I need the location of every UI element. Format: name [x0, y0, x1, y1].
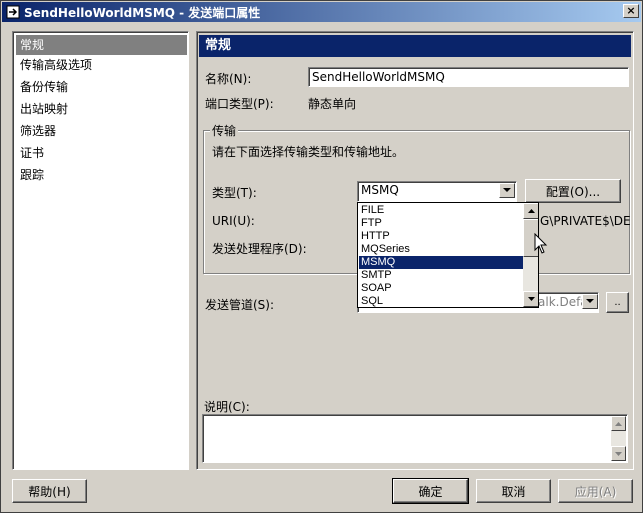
- nav-item-tracking[interactable]: 跟踪: [16, 165, 187, 185]
- pipeline-browse-button[interactable]: ..: [606, 292, 629, 313]
- send-handler-label: 发送处理程序(D):: [212, 242, 307, 256]
- close-button[interactable]: ×: [623, 4, 639, 18]
- scroll-down-button[interactable]: [523, 291, 538, 307]
- desc-scroll-up-button[interactable]: [611, 416, 626, 431]
- nav-item-filters[interactable]: 筛选器: [16, 121, 187, 141]
- chevron-down-icon: [615, 451, 622, 456]
- name-label: 名称(N):: [205, 72, 252, 86]
- transport-option-http[interactable]: HTTP: [359, 230, 523, 243]
- port-type-label: 端口类型(P):: [205, 97, 274, 111]
- nav-item-general[interactable]: 常规: [16, 35, 187, 55]
- type-label: 类型(T):: [212, 186, 257, 200]
- nav-item-backup-transport[interactable]: 备份传输: [16, 77, 187, 97]
- transport-option-ftp[interactable]: FTP: [359, 217, 523, 230]
- nav-item-transport-advanced[interactable]: 传输高级选项: [16, 55, 187, 75]
- transport-type-dropdown-list: FILE FTP HTTP MQSeries MSMQ SMTP SOAP SQ…: [357, 202, 539, 308]
- send-port-properties-window: SendHelloWorldMSMQ - 发送端口属性 × 常规 传输高级选项 …: [0, 0, 643, 513]
- chevron-down-icon: [503, 188, 511, 192]
- chevron-down-icon: [586, 299, 594, 303]
- name-input[interactable]: SendHelloWorldMSMQ: [308, 67, 629, 87]
- desc-scroll-down-button[interactable]: [611, 446, 626, 461]
- chevron-down-icon: [527, 297, 535, 301]
- panel-header: 常规: [199, 35, 631, 57]
- transport-type-select[interactable]: MSMQ: [357, 181, 517, 202]
- nav-item-certificate[interactable]: 证书: [16, 143, 187, 163]
- mouse-cursor-icon: [534, 232, 548, 255]
- transport-instruction: 请在下面选择传输类型和传输地址。: [212, 145, 405, 159]
- window-title: SendHelloWorldMSMQ - 发送端口属性: [24, 5, 261, 20]
- description-scrollbar[interactable]: [611, 416, 626, 461]
- description-label: 说明(C):: [204, 400, 250, 414]
- transport-type-dropdown-button[interactable]: [499, 183, 515, 198]
- apply-button[interactable]: 应用(A): [558, 479, 633, 503]
- uri-label: URI(U):: [212, 214, 255, 228]
- title-bar: SendHelloWorldMSMQ - 发送端口属性 ×: [2, 2, 641, 22]
- navigation-list: 常规 传输高级选项 备份传输 出站映射 筛选器 证书 跟踪: [12, 31, 189, 470]
- cancel-button[interactable]: 取消: [476, 479, 551, 503]
- nav-item-outbound-maps[interactable]: 出站映射: [16, 99, 187, 119]
- chevron-up-icon: [615, 421, 622, 426]
- transport-type-value: MSMQ: [361, 183, 399, 197]
- send-port-icon: [5, 4, 21, 20]
- transport-option-file[interactable]: FILE: [359, 204, 523, 217]
- scroll-up-button[interactable]: [523, 203, 538, 219]
- description-textarea[interactable]: [202, 414, 628, 463]
- port-type-value: 静态单向: [308, 97, 357, 111]
- transport-option-msmq[interactable]: MSMQ: [359, 256, 523, 269]
- transport-option-soap[interactable]: SOAP: [359, 282, 523, 295]
- transport-option-mqseries[interactable]: MQSeries: [359, 243, 523, 256]
- ok-button[interactable]: 确定: [392, 478, 469, 504]
- close-icon: ×: [626, 4, 636, 17]
- send-pipeline-dropdown-button[interactable]: [582, 294, 598, 309]
- chevron-up-icon: [527, 209, 535, 213]
- transport-group-title: 传输: [210, 122, 239, 139]
- uri-value: G\PRIVATE$\DE: [540, 214, 631, 228]
- transport-option-smtp[interactable]: SMTP: [359, 269, 523, 282]
- transport-option-sql[interactable]: SQL: [359, 295, 523, 307]
- send-pipeline-label: 发送管道(S):: [205, 298, 275, 312]
- help-button[interactable]: 帮助(H): [12, 479, 87, 503]
- configure-button[interactable]: 配置(O)...: [525, 179, 621, 203]
